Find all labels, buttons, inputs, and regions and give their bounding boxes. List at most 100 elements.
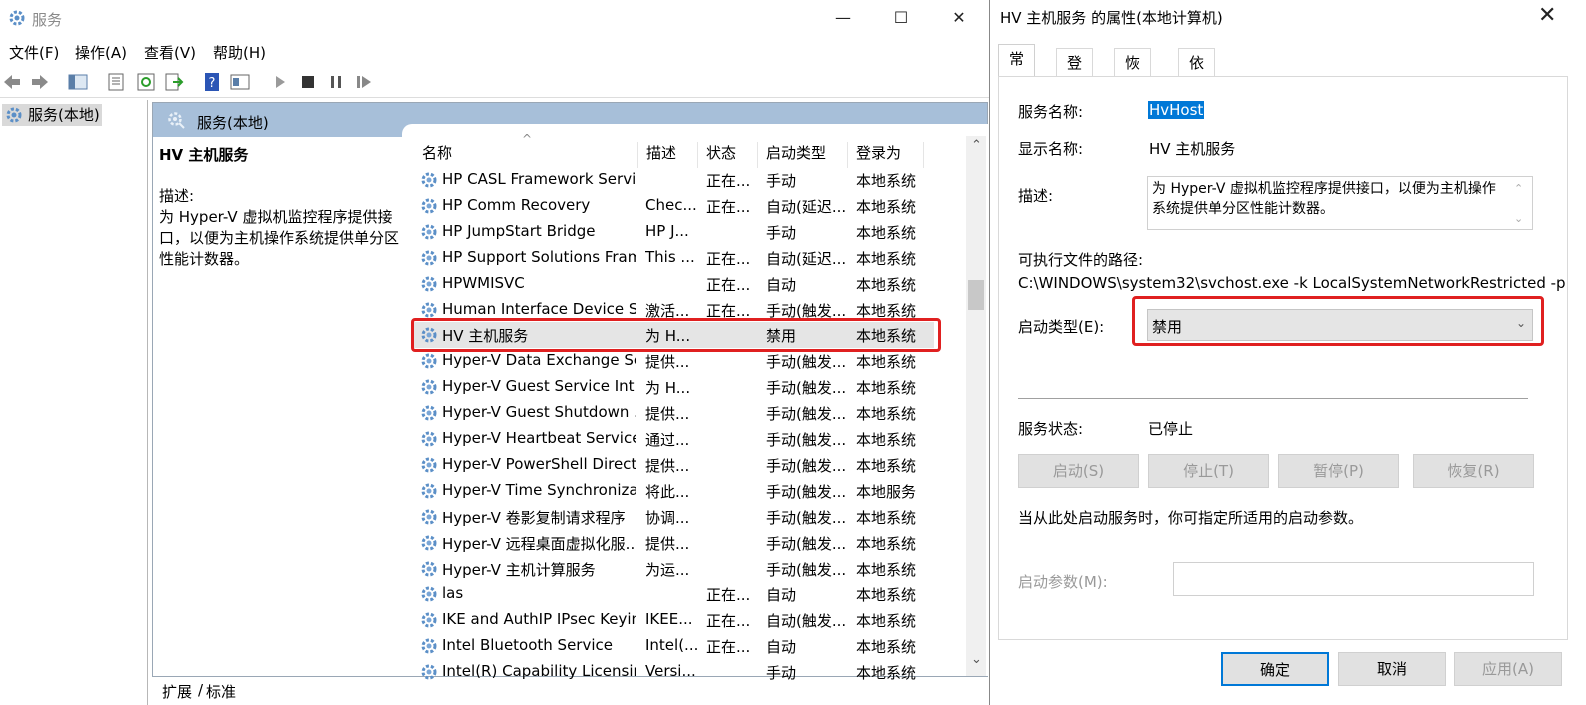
column-header-desc[interactable]: 描述 bbox=[638, 142, 698, 168]
restart-icon[interactable] bbox=[354, 72, 374, 92]
service-row[interactable]: HP JumpStart Bridge HP J... 手动 本地系统 bbox=[414, 219, 934, 245]
service-gear-icon bbox=[420, 197, 438, 215]
path-value[interactable]: C:\WINDOWS\system32\svchost.exe -k Local… bbox=[1018, 274, 1566, 292]
window-title: 服务 bbox=[32, 11, 63, 29]
service-row[interactable]: Hyper-V PowerShell Direct... 提供... 手动(触发..… bbox=[414, 452, 934, 478]
start-button[interactable]: 启动(S) bbox=[1018, 454, 1139, 488]
service-name-value[interactable]: HvHost bbox=[1148, 101, 1205, 119]
service-name-cell: Hyper-V Data Exchange Se... bbox=[442, 351, 636, 370]
tab-extended[interactable]: 扩展 bbox=[162, 681, 192, 702]
service-status-label: 服务状态: bbox=[1018, 420, 1084, 438]
tab-dependencies[interactable]: 依存关系 bbox=[1178, 48, 1216, 156]
service-row[interactable]: IKE and AuthIP IPsec Keyin... IKEE... 正在..… bbox=[414, 607, 934, 633]
service-status-cell: 正在... bbox=[706, 586, 751, 605]
service-row[interactable]: HP Support Solutions Fram... This ... 正在..… bbox=[414, 245, 934, 271]
maximize-button[interactable]: ☐ bbox=[878, 0, 924, 36]
tab-standard[interactable]: 标准 bbox=[206, 681, 236, 702]
service-gear-icon bbox=[420, 223, 438, 241]
start-icon[interactable] bbox=[270, 72, 290, 92]
ok-button[interactable]: 确定 bbox=[1221, 652, 1329, 686]
column-header-logon[interactable]: 登录为 bbox=[848, 142, 924, 168]
service-row[interactable]: Hyper-V 远程桌面虚拟化服... 提供... 手动(触发... 本地系统 bbox=[414, 530, 934, 556]
service-logon-cell: 本地系统 bbox=[856, 353, 917, 372]
start-params-label: 启动参数(M): bbox=[1018, 573, 1108, 591]
forward-icon[interactable] bbox=[30, 72, 50, 92]
service-name-cell: Hyper-V Time Synchroniza... bbox=[442, 480, 636, 499]
display-name-value[interactable]: HV 主机服务 bbox=[1149, 138, 1235, 159]
description-label: 描述: bbox=[1018, 187, 1054, 205]
general-panel bbox=[998, 76, 1568, 640]
dialog-close-button[interactable]: ✕ bbox=[1538, 3, 1556, 28]
scroll-thumb[interactable] bbox=[968, 280, 984, 310]
service-gear-icon bbox=[420, 275, 438, 293]
start-params-input[interactable] bbox=[1173, 562, 1534, 596]
service-status-cell: 正在... bbox=[706, 249, 751, 268]
tab-logon[interactable]: 登录 bbox=[1056, 48, 1094, 100]
vertical-scrollbar[interactable]: ⌃ ⌄ bbox=[966, 136, 986, 676]
detail-title: HV 主机服务 bbox=[159, 146, 249, 164]
description-textbox[interactable]: 为 Hyper-V 虚拟机监控程序提供接口，以便为主机操作系统提供单分区性能计数… bbox=[1147, 176, 1533, 230]
resume-button[interactable]: 恢复(R) bbox=[1413, 454, 1534, 488]
service-row[interactable]: Hyper-V Guest Service Int... 为 H... 手动(触发.… bbox=[414, 374, 934, 400]
service-row[interactable]: Hyper-V Heartbeat Service 通过... 手动(触发... 本地… bbox=[414, 426, 934, 452]
detail-desc-label: 描述: bbox=[159, 187, 195, 205]
stop-button[interactable]: 停止(T) bbox=[1148, 454, 1269, 488]
menu-action[interactable]: 操作(A) bbox=[75, 42, 127, 63]
properties-list-icon[interactable] bbox=[106, 72, 126, 92]
service-row[interactable]: HP Comm Recovery Chec... 正在... 自动(延迟... 本地系统 bbox=[414, 193, 934, 219]
scroll-down-icon[interactable]: ⌄ bbox=[971, 652, 982, 667]
service-desc-cell: Chec... bbox=[645, 195, 697, 214]
tree-item-services-local[interactable]: 服务(本地) bbox=[2, 104, 102, 126]
services-window: 服务 — ☐ ✕ 文件(F) 操作(A) 查看(V) 帮助(H) ? 服务(本地… bbox=[0, 0, 1000, 705]
help-icon[interactable]: ? bbox=[202, 72, 222, 92]
service-desc-cell: 提供... bbox=[645, 353, 690, 372]
console-tree-icon[interactable] bbox=[68, 72, 88, 92]
menu-help[interactable]: 帮助(H) bbox=[213, 42, 266, 63]
service-row[interactable]: Hyper-V Data Exchange Se... 提供... 手动(触发...… bbox=[414, 348, 934, 374]
export-icon[interactable] bbox=[164, 72, 184, 92]
service-startup-cell: 手动(触发... bbox=[766, 482, 847, 501]
service-row[interactable]: HP CASL Framework Service 正在... 手动 本地系统 bbox=[414, 167, 934, 193]
service-row[interactable]: Hyper-V 卷影复制请求程序 协调... 手动(触发... 本地系统 bbox=[414, 504, 934, 530]
service-row[interactable]: Hyper-V 主机计算服务 为运... 手动(触发... 本地系统 bbox=[414, 556, 934, 582]
apply-button[interactable]: 应用(A) bbox=[1454, 652, 1562, 686]
tab-general[interactable]: 常规 bbox=[998, 44, 1036, 96]
service-logon-cell: 本地系统 bbox=[856, 275, 917, 294]
column-header-status[interactable]: 状态 bbox=[698, 142, 758, 168]
service-name-cell: Hyper-V Heartbeat Service bbox=[442, 429, 636, 447]
refresh-icon[interactable] bbox=[136, 72, 156, 92]
column-header-startup[interactable]: 启动类型 bbox=[758, 142, 848, 168]
tab-recovery[interactable]: 恢复 bbox=[1114, 48, 1152, 100]
service-row[interactable]: Hyper-V Guest Shutdown ... 提供... 手动(触发... 本… bbox=[414, 400, 934, 426]
service-logon-cell: 本地系统 bbox=[856, 560, 917, 579]
close-button[interactable]: ✕ bbox=[936, 0, 982, 36]
service-name-cell: IKE and AuthIP IPsec Keyin... bbox=[442, 610, 636, 629]
service-desc-cell: 提供... bbox=[645, 405, 690, 424]
service-row[interactable]: las 正在... 自动 本地系统 bbox=[414, 581, 934, 607]
service-name-cell: HP Comm Recovery bbox=[442, 195, 591, 214]
service-row[interactable]: HPWMISVC 正在... 自动 本地系统 bbox=[414, 271, 934, 297]
menu-view[interactable]: 查看(V) bbox=[144, 42, 196, 63]
back-icon[interactable] bbox=[2, 72, 22, 92]
service-name-cell: HPWMISVC bbox=[442, 273, 525, 292]
pause-button[interactable]: 暂停(P) bbox=[1278, 454, 1399, 488]
scroll-up-icon[interactable]: ⌃ bbox=[1514, 179, 1523, 199]
view-icon[interactable] bbox=[230, 72, 250, 92]
column-header-name[interactable]: 名称 bbox=[414, 142, 638, 168]
service-startup-cell: 自动(触发... bbox=[766, 612, 847, 631]
stop-icon[interactable] bbox=[298, 72, 318, 92]
service-name-cell: Hyper-V 主机计算服务 bbox=[442, 560, 596, 579]
service-row[interactable]: Hyper-V Time Synchroniza... 将此... 手动(触发...… bbox=[414, 478, 934, 504]
service-gear-icon bbox=[420, 585, 438, 603]
detail-desc: 为 Hyper-V 虚拟机监控程序提供接口，以便为主机操作系统提供单分区性能计数… bbox=[159, 208, 400, 268]
scroll-up-icon[interactable]: ⌃ bbox=[971, 138, 982, 153]
service-row[interactable]: Intel Bluetooth Service Intel(... 正在... 自动 本… bbox=[414, 633, 934, 659]
service-gear-icon bbox=[420, 404, 438, 422]
service-logon-cell: 本地系统 bbox=[856, 223, 917, 242]
service-startup-cell: 自动 bbox=[766, 586, 797, 605]
minimize-button[interactable]: — bbox=[820, 0, 866, 36]
menu-file[interactable]: 文件(F) bbox=[9, 42, 59, 63]
pause-icon[interactable] bbox=[326, 72, 346, 92]
cancel-button[interactable]: 取消 bbox=[1338, 652, 1446, 686]
scroll-down-icon[interactable]: ⌄ bbox=[1514, 209, 1523, 229]
